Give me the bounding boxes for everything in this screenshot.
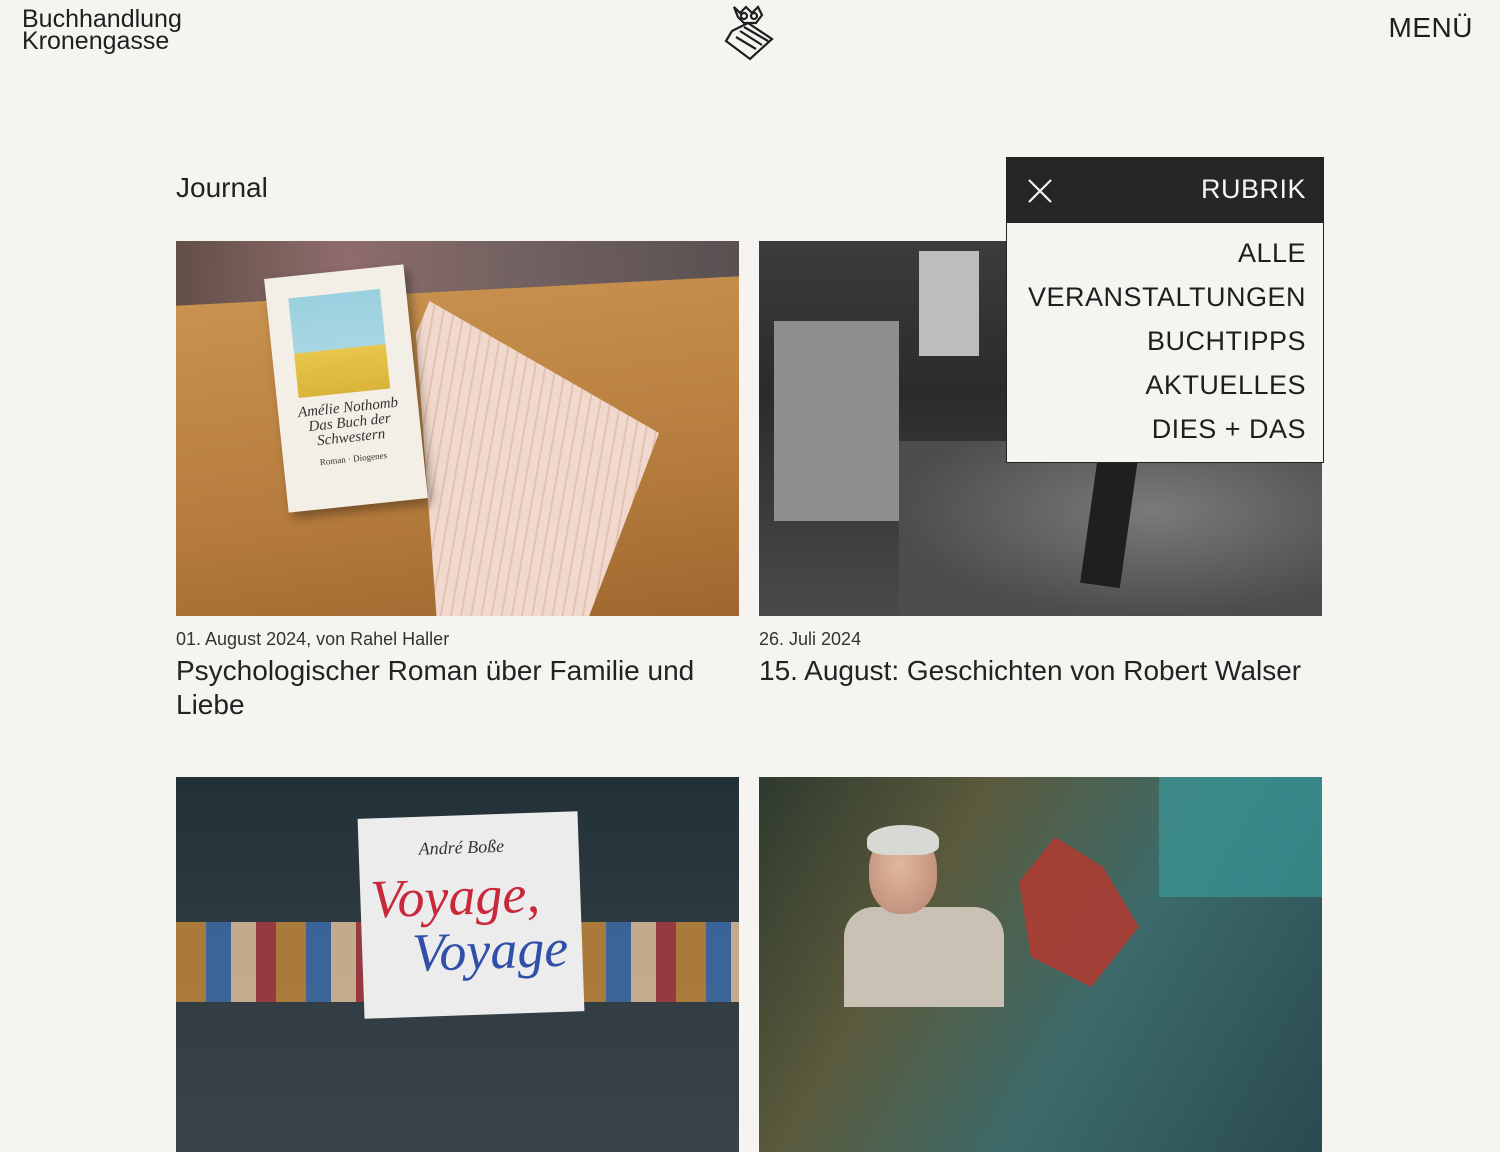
article-card[interactable]: Amélie Nothomb Das Buch der Schwestern R… [176, 241, 739, 722]
book-cover-text: Amélie Nothomb Das Buch der Schwestern R… [286, 394, 416, 473]
man-body [844, 907, 1004, 1007]
brand-line-2: Kronengasse [22, 27, 170, 55]
article-title[interactable]: 15. August: Geschichten von Robert Walse… [759, 654, 1322, 688]
close-icon[interactable] [1027, 178, 1053, 204]
menu-button[interactable]: MENÜ [1389, 12, 1473, 44]
book-cover-illustration [288, 288, 391, 398]
rubrik-item-buchtipps[interactable]: BUCHTIPPS [1007, 319, 1306, 363]
rubrik-list: ALLE VERANSTALTUNGEN BUCHTIPPS AKTUELLES… [1007, 223, 1323, 462]
page-title: Journal [176, 172, 268, 203]
book-cover-title-line2: Voyage [411, 917, 570, 984]
article-card[interactable] [759, 777, 1322, 1152]
rubrik-header[interactable]: RUBRIK [1007, 158, 1323, 223]
rubrik-item-alle[interactable]: ALLE [1007, 231, 1306, 275]
graffiti-shape [1159, 777, 1322, 897]
book-cover: Amélie Nothomb Das Buch der Schwestern R… [264, 264, 428, 513]
article-meta: 26. Juli 2024 [759, 629, 862, 649]
article-card[interactable]: André Boße Voyage, Voyage [176, 777, 739, 1152]
rubrik-item-veranstaltungen[interactable]: VERANSTALTUNGEN [1007, 275, 1306, 319]
article-image[interactable]: André Boße Voyage, Voyage [176, 777, 739, 1152]
rubrik-item-dies-das[interactable]: DIES + DAS [1007, 407, 1306, 451]
book-cover-author: André Boße [418, 835, 505, 859]
graffiti-shape [1019, 837, 1139, 987]
brand-logotype[interactable]: Buchhandlung Kronengasse [22, 7, 182, 55]
rubrik-label: RUBRIK [1200, 174, 1306, 204]
rubrik-dropdown: RUBRIK ALLE VERANSTALTUNGEN BUCHTIPPS AK… [1006, 157, 1324, 463]
wall-board [774, 321, 899, 521]
article-meta: 01. August 2024, von Rahel Haller [176, 629, 450, 649]
book-cover: André Boße Voyage, Voyage [357, 811, 585, 1019]
man-hair [867, 825, 939, 855]
article-title[interactable]: Psychologischer Roman über Familie und L… [176, 654, 739, 722]
wall-calendar [919, 251, 979, 356]
rubrik-item-aktuelles[interactable]: AKTUELLES [1007, 363, 1306, 407]
owl-crown-logo-icon[interactable] [722, 3, 778, 61]
article-image[interactable]: Amélie Nothomb Das Buch der Schwestern R… [176, 241, 739, 616]
article-image[interactable] [759, 777, 1322, 1152]
